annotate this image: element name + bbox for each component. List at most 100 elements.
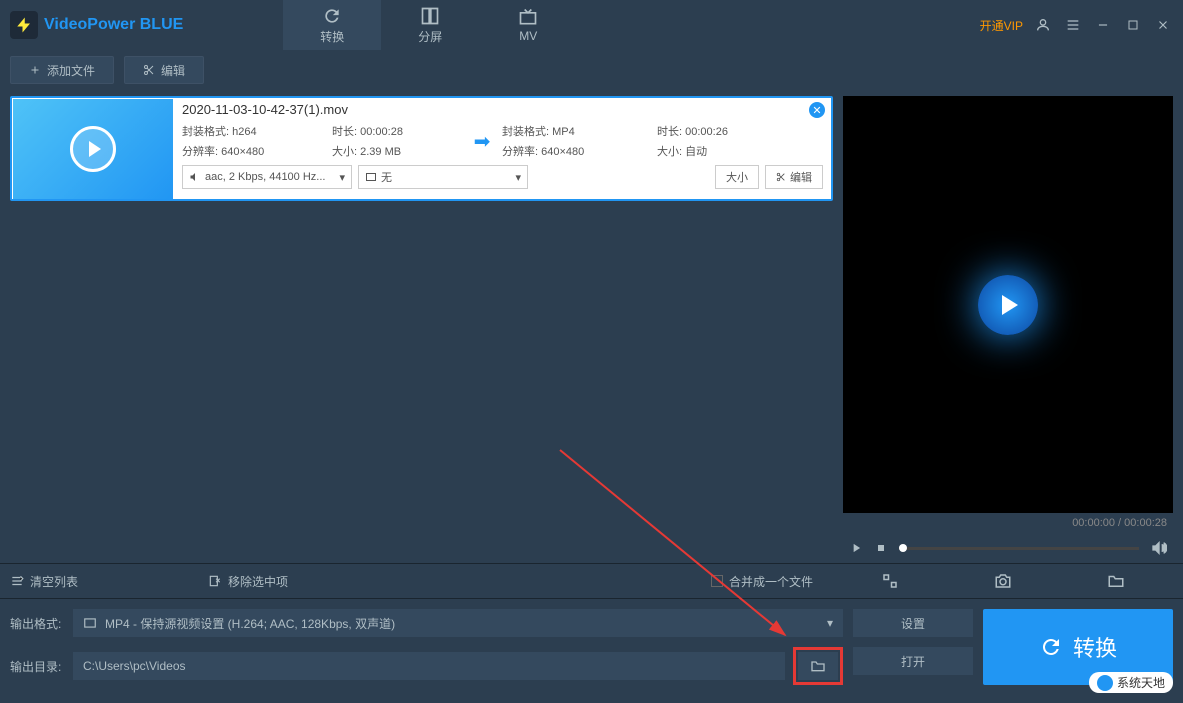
dst-size-label: 大小: — [657, 146, 682, 158]
progress-handle[interactable] — [899, 544, 907, 552]
video-opt-text: 无 — [381, 169, 392, 185]
folder-open-icon — [810, 658, 826, 674]
main-content: 2020-11-03-10-42-37(1).mov ✕ 封装格式: h264 … — [0, 90, 1183, 563]
audio-options-dropdown[interactable]: aac, 2 Kbps, 44100 Hz... ▾ — [182, 165, 352, 189]
side-buttons: 设置 打开 — [853, 609, 973, 685]
preview-actions — [833, 572, 1173, 590]
src-dur-label: 时长: — [332, 126, 357, 138]
button-label: 大小 — [726, 169, 748, 185]
output-dir-row: 输出目录: C:\Users\pc\Videos — [10, 647, 843, 685]
file-list-area: 2020-11-03-10-42-37(1).mov ✕ 封装格式: h264 … — [0, 90, 843, 563]
chevron-down-icon: ▾ — [515, 171, 521, 184]
clear-list-button[interactable]: 清空列表 — [10, 573, 78, 590]
folder-icon[interactable] — [1107, 572, 1125, 590]
add-file-button[interactable]: 添加文件 — [10, 56, 114, 84]
dst-dur-label: 时长: — [657, 126, 682, 138]
file-info: 2020-11-03-10-42-37(1).mov ✕ 封装格式: h264 … — [174, 98, 831, 199]
watermark-text: 系统天地 — [1117, 674, 1165, 691]
src-format-label: 封装格式: — [182, 126, 229, 138]
tv-icon — [518, 7, 538, 27]
tab-convert[interactable]: 转换 — [283, 0, 381, 50]
actions-bar: 清空列表 移除选中项 合并成一个文件 — [0, 563, 1183, 599]
crop-icon[interactable] — [881, 572, 899, 590]
audio-opt-text: aac, 2 Kbps, 44100 Hz... — [205, 171, 325, 183]
checkbox-label: 合并成一个文件 — [729, 573, 813, 590]
button-label: 转换 — [1073, 631, 1117, 663]
watermark-icon — [1097, 675, 1113, 691]
merge-checkbox[interactable]: 合并成一个文件 — [711, 573, 813, 590]
edit-file-button[interactable]: 编辑 — [765, 165, 823, 189]
output-format-text: MP4 - 保持源视频设置 (H.264; AAC, 128Kbps, 双声道) — [105, 615, 395, 632]
annotation-highlight — [793, 647, 843, 685]
file-name: 2020-11-03-10-42-37(1).mov — [182, 102, 823, 117]
refresh-icon — [322, 6, 342, 26]
logo-area: VideoPower BLUE — [10, 11, 183, 39]
dst-size: 自动 — [685, 146, 707, 158]
file-card[interactable]: 2020-11-03-10-42-37(1).mov ✕ 封装格式: h264 … — [10, 96, 833, 201]
button-label: 清空列表 — [30, 573, 78, 590]
maximize-icon[interactable] — [1123, 15, 1143, 35]
tab-label: 分屏 — [418, 28, 442, 45]
remove-icon — [208, 574, 222, 588]
button-label: 设置 — [901, 615, 925, 632]
app-name: VideoPower BLUE — [44, 16, 183, 34]
remove-selected-button[interactable]: 移除选中项 — [208, 573, 288, 590]
remove-file-button[interactable]: ✕ — [809, 102, 825, 118]
tab-mv[interactable]: MV — [479, 0, 577, 50]
src-format: h264 — [232, 126, 256, 138]
src-res: 640×480 — [221, 146, 264, 158]
play-icon[interactable] — [849, 541, 863, 555]
src-dur: 00:00:28 — [360, 126, 403, 138]
file-controls: aac, 2 Kbps, 44100 Hz... ▾ 无 ▾ 大小 编辑 — [182, 165, 823, 189]
chevron-down-icon: ▾ — [339, 171, 345, 184]
button-label: 编辑 — [161, 62, 185, 79]
src-size-label: 大小: — [332, 146, 357, 158]
watermark: 系统天地 — [1089, 672, 1173, 693]
camera-icon[interactable] — [994, 572, 1012, 590]
preview-controls — [843, 533, 1173, 563]
button-label: 编辑 — [790, 169, 812, 185]
edit-button[interactable]: 编辑 — [124, 56, 204, 84]
src-size: 2.39 MB — [360, 146, 401, 158]
dst-res: 640×480 — [541, 146, 584, 158]
main-tabs: 转换 分屏 MV — [283, 0, 577, 50]
tab-split[interactable]: 分屏 — [381, 0, 479, 50]
preview-video[interactable] — [843, 96, 1173, 513]
src-res-label: 分辨率: — [182, 146, 218, 158]
progress-bar[interactable] — [899, 547, 1139, 550]
stop-icon[interactable] — [875, 542, 887, 554]
checkbox-icon — [711, 575, 723, 587]
title-bar: VideoPower BLUE 转换 分屏 MV 开通VIP — [0, 0, 1183, 50]
scissors-icon — [143, 64, 155, 76]
close-icon[interactable] — [1153, 15, 1173, 35]
user-icon[interactable] — [1033, 15, 1053, 35]
dst-dur: 00:00:26 — [685, 126, 728, 138]
size-button[interactable]: 大小 — [715, 165, 759, 189]
tab-label: 转换 — [320, 28, 344, 45]
browse-folder-button[interactable] — [798, 652, 838, 680]
scissors-icon — [776, 172, 786, 182]
volume-icon[interactable] — [1151, 540, 1167, 556]
settings-button[interactable]: 设置 — [853, 609, 973, 637]
output-dir-label: 输出目录: — [10, 658, 65, 675]
output-dir-field[interactable]: C:\Users\pc\Videos — [73, 652, 785, 680]
button-label: 添加文件 — [47, 62, 95, 79]
output-format-dropdown[interactable]: MP4 - 保持源视频设置 (H.264; AAC, 128Kbps, 双声道)… — [73, 609, 843, 637]
video-options-dropdown[interactable]: 无 ▾ — [358, 165, 528, 189]
output-section: 输出格式: MP4 - 保持源视频设置 (H.264; AAC, 128Kbps… — [0, 599, 1183, 695]
open-button[interactable]: 打开 — [853, 647, 973, 675]
tab-label: MV — [519, 29, 537, 43]
dst-format-label: 封装格式: — [502, 126, 549, 138]
video-thumbnail[interactable] — [13, 99, 173, 199]
preview-play-icon — [978, 275, 1038, 335]
split-icon — [420, 6, 440, 26]
speaker-icon — [189, 171, 201, 183]
play-overlay-icon — [89, 141, 101, 157]
vip-link[interactable]: 开通VIP — [980, 17, 1023, 34]
toolbar: 添加文件 编辑 — [0, 50, 1183, 90]
minimize-icon[interactable] — [1093, 15, 1113, 35]
clear-icon — [10, 574, 24, 588]
window-controls: 开通VIP — [980, 15, 1173, 35]
app-logo-icon — [10, 11, 38, 39]
menu-icon[interactable] — [1063, 15, 1083, 35]
